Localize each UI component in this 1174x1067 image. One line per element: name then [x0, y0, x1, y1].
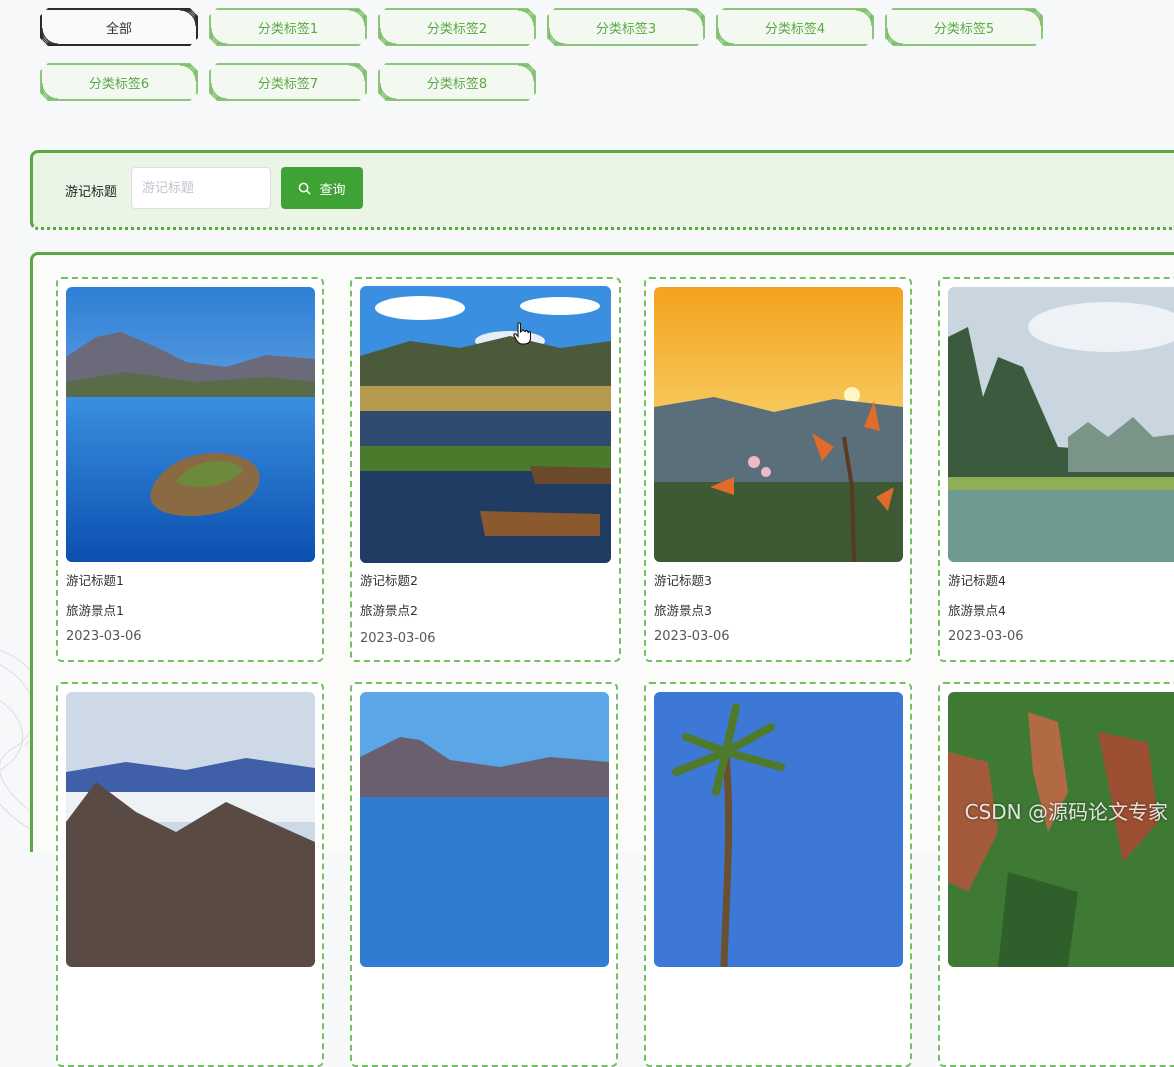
card-image-wetland-boats [360, 286, 611, 563]
tag-corner-ornament [209, 75, 235, 101]
travel-note-card[interactable]: 游记标题1 旅游景点1 2023-03-06 [56, 277, 324, 662]
travel-notes-list: 游记标题1 旅游景点1 2023-03-06 游记标题2 旅游景点2 2023-… [30, 252, 1174, 1067]
tag-category-7[interactable]: 分类标签7 [209, 63, 367, 101]
tag-corner-ornament [679, 8, 705, 34]
tag-label: 分类标签8 [426, 76, 488, 92]
card-date: 2023-03-06 [654, 629, 730, 644]
card-spot: 旅游景点3 [654, 603, 712, 618]
tag-corner-ornament [172, 63, 198, 89]
tag-corner-ornament [40, 75, 66, 101]
tag-corner-ornament [209, 20, 235, 46]
card-date: 2023-03-06 [948, 629, 1024, 644]
watermark: CSDN @源码论文专家 [964, 800, 1168, 824]
card-image-sunset-flowers [654, 287, 903, 562]
card-image-lake-mountain [360, 692, 609, 967]
card-image-lake-island [66, 287, 315, 562]
tag-corner-ornament [716, 20, 742, 46]
tag-corner-ornament [848, 8, 874, 34]
tag-category-8[interactable]: 分类标签8 [378, 63, 536, 101]
hand-cursor-icon [513, 322, 531, 345]
card-spot: 旅游景点1 [66, 603, 124, 618]
tag-corner-ornament [510, 63, 536, 89]
card-image-red-canyon [948, 692, 1174, 967]
tag-label: 分类标签6 [88, 76, 150, 92]
card-title: 游记标题3 [654, 573, 712, 588]
card-date: 2023-03-06 [66, 629, 142, 644]
tag-all[interactable]: 全部 [40, 8, 198, 46]
tag-label: 分类标签7 [257, 76, 319, 92]
travel-note-card[interactable]: 游记标题4 旅游景点4 2023-03-06 [938, 277, 1174, 662]
card-spot: 旅游景点4 [948, 603, 1006, 618]
card-title: 游记标题1 [66, 573, 124, 588]
travel-note-card[interactable] [56, 682, 324, 1067]
tag-label: 分类标签2 [426, 21, 488, 37]
search-icon [299, 182, 311, 194]
travel-note-card[interactable] [644, 682, 912, 1067]
travel-note-card[interactable] [938, 682, 1174, 1067]
tag-corner-ornament [378, 20, 404, 46]
tag-corner-ornament [341, 63, 367, 89]
tag-corner-ornament [172, 8, 198, 34]
tag-category-5[interactable]: 分类标签5 [885, 8, 1043, 46]
card-title: 游记标题2 [360, 573, 418, 588]
tag-category-6[interactable]: 分类标签6 [40, 63, 198, 101]
tag-corner-ornament [885, 20, 911, 46]
card-title: 游记标题4 [948, 573, 1006, 588]
category-tags: 全部 分类标签1 分类标签2 分类标签3 分类标签4 分类标签5 分类标签6 分… [40, 8, 1070, 118]
card-date: 2023-03-06 [360, 631, 436, 646]
card-image-mountain-clouds [66, 692, 315, 967]
tag-corner-ornament [40, 20, 66, 46]
tag-corner-ornament [378, 75, 404, 101]
tag-label: 分类标签5 [933, 21, 995, 37]
search-input[interactable] [131, 167, 271, 209]
tag-corner-ornament [510, 8, 536, 34]
tag-corner-ornament [1017, 8, 1043, 34]
card-spot: 旅游景点2 [360, 603, 418, 618]
search-field-label: 游记标题 [65, 185, 118, 200]
tag-corner-ornament [341, 8, 367, 34]
tag-category-2[interactable]: 分类标签2 [378, 8, 536, 46]
travel-note-card[interactable]: 游记标题3 旅游景点3 2023-03-06 [644, 277, 912, 662]
travel-note-card[interactable] [350, 682, 618, 1067]
tag-label: 全部 [105, 21, 132, 37]
travel-note-card[interactable]: 游记标题2 旅游景点2 2023-03-06 [350, 277, 621, 662]
category-tag-row-1: 全部 分类标签1 分类标签2 分类标签3 分类标签4 分类标签5 [40, 8, 1070, 46]
tag-corner-ornament [547, 20, 573, 46]
search-button-label: 查询 [319, 181, 346, 197]
card-image-karst-river [948, 287, 1174, 562]
tag-category-4[interactable]: 分类标签4 [716, 8, 874, 46]
tag-category-3[interactable]: 分类标签3 [547, 8, 705, 46]
card-image-palm-beach [654, 692, 903, 967]
search-button[interactable]: 查询 [281, 167, 363, 209]
tag-label: 分类标签1 [257, 21, 319, 37]
tag-category-1[interactable]: 分类标签1 [209, 8, 367, 46]
tag-label: 分类标签3 [595, 21, 657, 37]
search-panel: 游记标题 查询 [30, 150, 1174, 230]
tag-label: 分类标签4 [764, 21, 826, 37]
category-tag-row-2: 分类标签6 分类标签7 分类标签8 [40, 63, 1070, 101]
